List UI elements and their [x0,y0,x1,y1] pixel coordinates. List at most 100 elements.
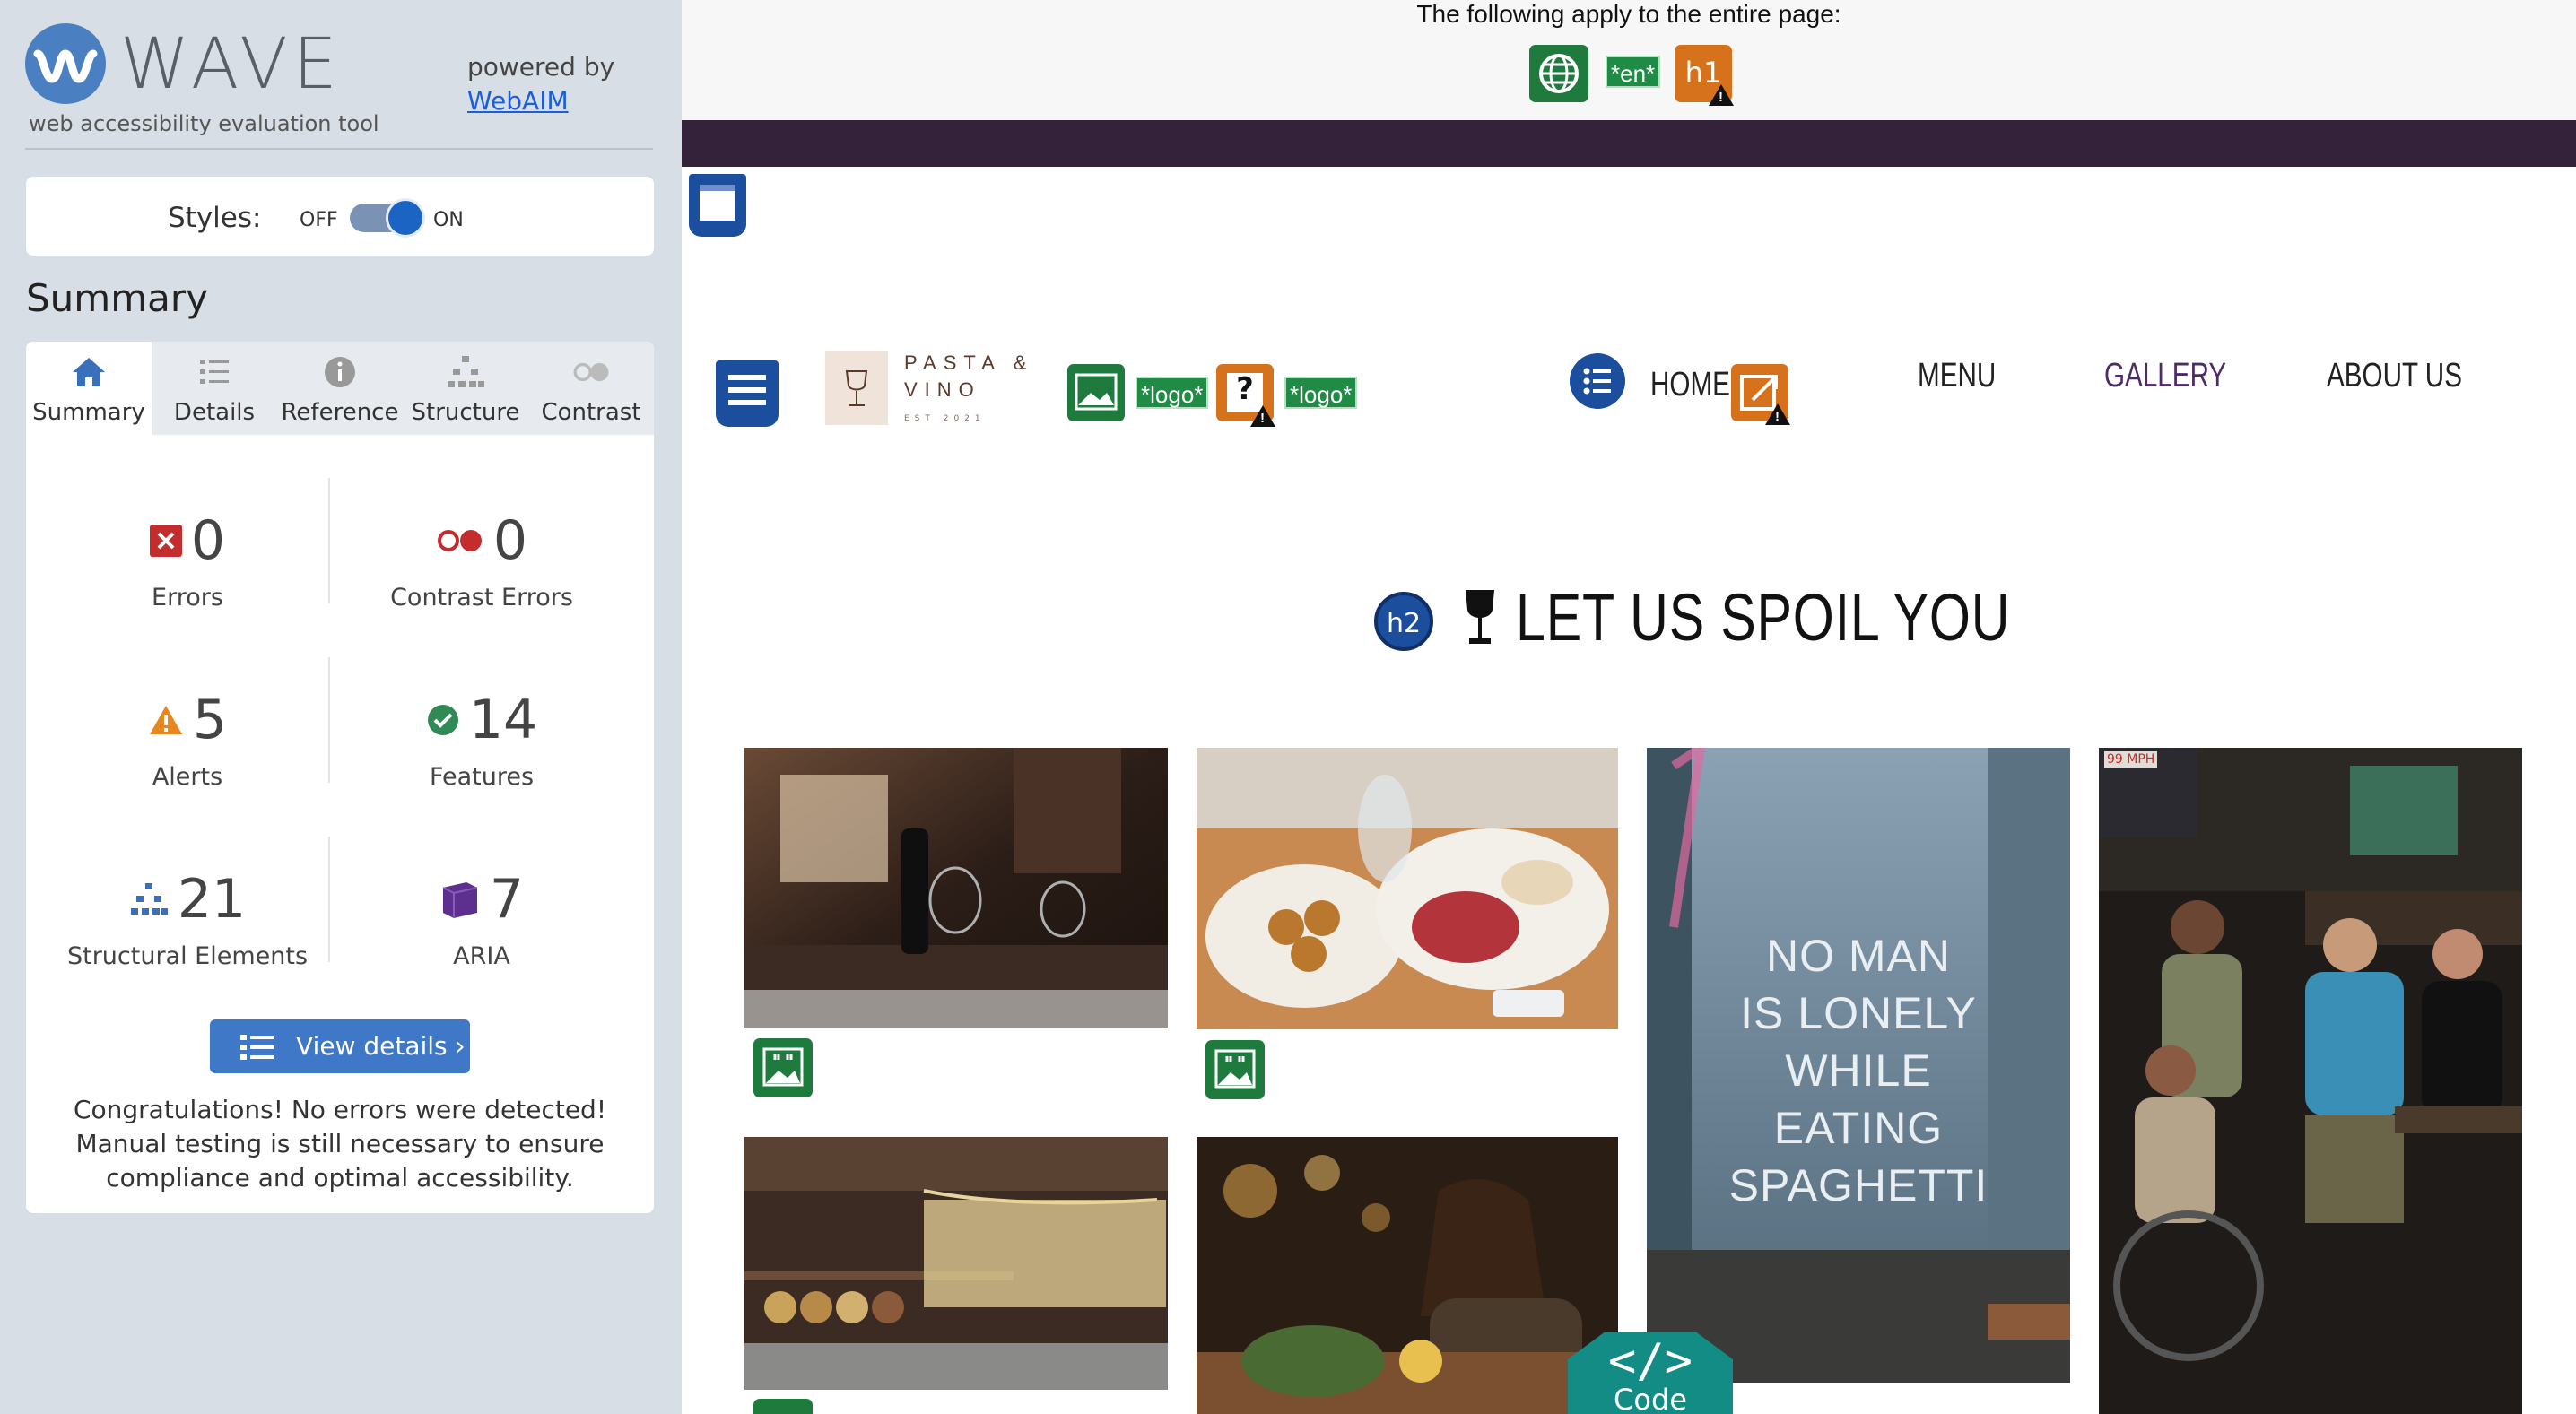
code-toggle-button[interactable]: </> Code [1568,1332,1733,1414]
nav-region-icon[interactable] [716,360,779,427]
linked-image-glyph [1075,373,1118,411]
warning-icon [1765,403,1790,425]
logo-alt-tag[interactable]: *logo* [1136,377,1209,409]
webaim-link[interactable]: WebAIM [467,84,614,118]
tab-reference[interactable]: Reference [277,342,403,435]
tab-label: Details [173,399,256,426]
app-tagline: web accessibility evaluation tool [29,111,379,136]
app-name: WAVE [120,24,343,105]
styles-on-label: ON [433,209,464,231]
alt-text-feature-icon[interactable] [753,1038,813,1097]
navigation-icon [728,375,766,405]
nav-menu[interactable]: MENU [1918,357,1996,395]
lang-tag[interactable]: *en* [1606,56,1661,88]
stat-value: 0 [190,509,226,572]
summary-heading: Summary [26,276,208,320]
wave-logo-icon[interactable] [25,23,106,104]
gallery-photo-woman-dining[interactable] [1197,1137,1618,1414]
stat-value: 0 [492,509,528,572]
region-icon [700,185,735,221]
tab-label: Contrast [541,399,641,426]
linked-image-icon[interactable] [1067,364,1125,421]
gallery-photo-bar-friends[interactable]: 99 MPH [2099,748,2522,1414]
gallery-photo-pasta-drying[interactable] [744,1137,1168,1390]
poster-line: NO MAN [1766,931,1951,981]
gallery-photo-tapas[interactable] [1197,748,1618,1029]
stat-label: ARIA [453,942,510,970]
tab-structure[interactable]: Structure [403,342,528,435]
image-alt-icon [1214,1049,1256,1089]
tab-contrast[interactable]: Contrast [528,342,654,435]
stat-label: Errors [152,584,223,612]
styles-off-label: OFF [300,209,338,231]
toggle-knob[interactable] [386,198,425,238]
alt-text-feature-icon[interactable] [1205,1040,1265,1099]
poster-line: WHILE [1785,1045,1932,1096]
brand-logo-mark[interactable] [825,351,888,425]
stat-value: 21 [177,868,247,931]
brand-line-1: PASTA & [904,351,1034,374]
styles-toggle-card: Styles: OFF ON [26,177,654,256]
section-title: LET US SPOIL YOU [1516,580,2011,655]
list-icon [1583,368,1611,395]
tab-label: Reference [281,399,399,426]
warning-icon [1250,405,1275,427]
question-mark: ? [1236,371,1254,407]
brand-line-2: VINO [904,378,981,401]
list-icon [240,1035,274,1060]
styles-toggle[interactable] [350,198,425,238]
info-icon [325,357,355,387]
list-icon [200,360,229,384]
tab-label: Summary [32,399,145,426]
nav-home[interactable]: HOME [1650,366,1730,404]
photo-bar-friends [2099,748,2522,1414]
tab-summary[interactable]: Summary [26,342,152,435]
photo-restaurant-table [744,748,1168,1028]
view-details-button[interactable]: View details › [210,1019,470,1073]
powered-by: powered by WebAIM [467,50,614,118]
photo-woman-dining [1197,1137,1618,1414]
gallery-photo-restaurant-table[interactable] [744,748,1168,1028]
poster-line: SPAGHETTI [1728,1160,1989,1210]
h2-tag: h2 [1386,608,1422,639]
poster-text: NO MAN IS LONELY WHILE EATING SPAGHETTI [1647,927,2070,1214]
nav-about-us[interactable]: ABOUT US [2327,357,2462,395]
image-alt-icon [762,1047,804,1087]
divider [25,148,653,150]
home-icon [73,358,105,386]
stat-label: Alerts [152,763,223,791]
contrast-error-icon [437,530,482,551]
wine-glass-icon [1466,590,1494,644]
stat-value: 7 [489,868,525,931]
contrast-icon [573,362,609,382]
app: WAVE web accessibility evaluation tool p… [0,0,2576,1414]
list-structure-icon[interactable] [1570,353,1625,409]
gallery-photo-spaghetti-poster[interactable]: NO MAN IS LONELY WHILE EATING SPAGHETTI [1647,748,2070,1383]
evaluated-page: The following apply to the entire page: … [682,0,2576,1414]
site-top-bar [682,120,2576,167]
language-globe-icon[interactable] [1529,45,1588,102]
mph-sign: 99 MPH [2104,751,2158,768]
wine-glass-icon [845,370,868,406]
poster-line: IS LONELY [1740,988,1977,1038]
alt-text-feature-icon[interactable] [753,1399,813,1414]
globe-icon [1539,54,1579,93]
stat-value: 14 [468,689,538,751]
structure-icon [130,883,168,915]
logo-alt-tag[interactable]: *logo* [1284,377,1358,409]
stat-label: Structural Elements [66,942,309,970]
brand-est: EST 2021 [904,414,986,423]
stat-label: Features [429,763,535,791]
photo-pasta-drying [744,1137,1168,1390]
tab-label: Structure [411,399,520,426]
view-details-label: View details › [296,1031,466,1061]
h2-structure-icon[interactable]: h2 [1374,592,1433,651]
nav-gallery[interactable]: GALLERY [2104,357,2226,395]
feature-check-icon [427,705,458,735]
banner-text: The following apply to the entire page: [1416,0,1841,28]
styles-label: Styles: [168,202,262,234]
congrats-message: Congratulations! No errors were detected… [73,1095,607,1193]
tab-details[interactable]: Details [152,342,277,435]
aria-cube-icon [442,882,478,918]
header-region-icon[interactable] [689,174,746,237]
